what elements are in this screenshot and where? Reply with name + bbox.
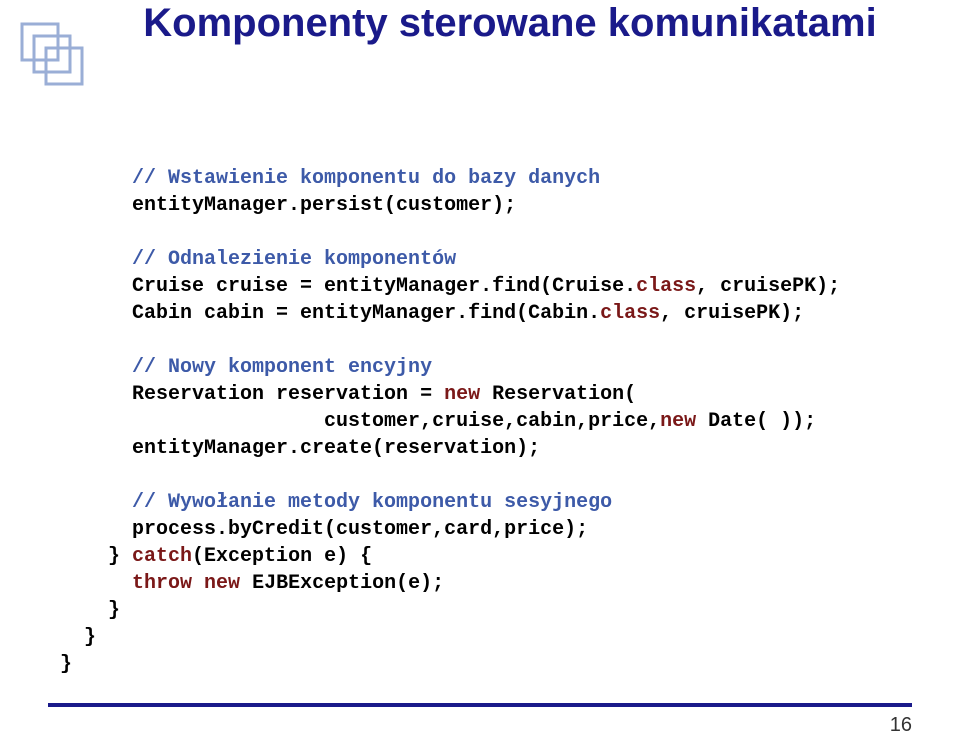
code-text: }: [108, 599, 120, 622]
overlapping-squares-icon: [18, 20, 88, 90]
code-text: [192, 572, 204, 595]
code-text: , cruisePK);: [660, 302, 804, 325]
code-text: (Exception e) {: [192, 545, 372, 568]
bottom-divider: [48, 703, 912, 707]
code-text: Reservation(: [480, 383, 636, 406]
code-text: entityManager.persist(customer);: [132, 194, 516, 217]
code-keyword: new: [660, 410, 696, 433]
code-text: }: [60, 653, 72, 676]
code-keyword: new: [204, 572, 240, 595]
code-text: , cruisePK);: [696, 275, 840, 298]
code-text: entityManager.create(reservation);: [132, 437, 540, 460]
code-text: customer,cruise,cabin,price,: [324, 410, 660, 433]
code-text: EJBException(e);: [240, 572, 444, 595]
code-block: // Wstawienie komponentu do bazy danych …: [60, 165, 900, 678]
code-keyword: catch: [132, 545, 192, 568]
code-comment: // Wstawienie komponentu do bazy danych: [132, 167, 600, 190]
code-text: }: [84, 626, 96, 649]
slide-title: Komponenty sterowane komunikatami: [100, 0, 920, 46]
code-text: }: [108, 545, 132, 568]
code-keyword: class: [600, 302, 660, 325]
code-text: Reservation reservation =: [132, 383, 444, 406]
code-keyword: throw: [132, 572, 192, 595]
code-text: Cabin cabin = entityManager.find(Cabin.: [132, 302, 600, 325]
code-comment: // Wywołanie metody komponentu sesyjnego: [132, 491, 612, 514]
code-comment: // Odnalezienie komponentów: [132, 248, 456, 271]
code-comment: // Nowy komponent encyjny: [132, 356, 432, 379]
code-text: Cruise cruise = entityManager.find(Cruis…: [132, 275, 636, 298]
code-text: process.byCredit(customer,card,price);: [132, 518, 588, 541]
page-number: 16: [890, 714, 912, 737]
code-keyword: class: [636, 275, 696, 298]
code-text: Date( ));: [696, 410, 816, 433]
code-keyword: new: [444, 383, 480, 406]
